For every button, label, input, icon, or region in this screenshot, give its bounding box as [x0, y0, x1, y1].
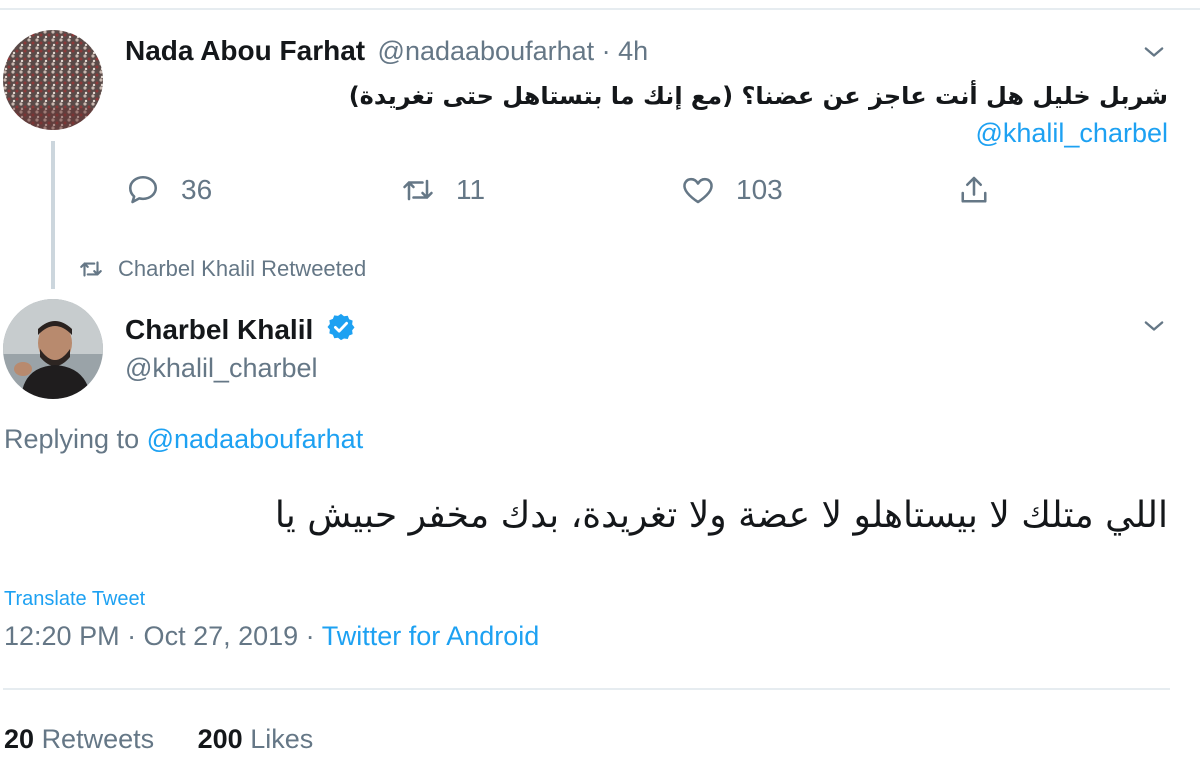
chevron-down-icon: [1144, 47, 1164, 57]
verified-badge-icon: [327, 313, 355, 341]
likes-count: 200: [197, 724, 243, 754]
parent-tweet-text: شربل خليل هل أنت عاجز عن عضنا؟ (مع إنك م…: [348, 82, 1168, 110]
retweets-stat[interactable]: 20 Retweets: [4, 724, 162, 754]
main-author-row: Charbel Khalil: [125, 312, 356, 346]
reply-count: 36: [181, 174, 213, 205]
main-handle[interactable]: @khalil_charbel: [125, 353, 318, 384]
share-icon: [961, 176, 987, 203]
retweet-context-label: Charbel Khalil Retweeted: [118, 256, 367, 281]
share-action[interactable]: [956, 172, 992, 208]
retweets-label: Retweets: [41, 724, 155, 754]
main-caret-button[interactable]: [1140, 312, 1168, 345]
avatar-charbel[interactable]: [3, 299, 103, 399]
like-count: 103: [736, 174, 783, 205]
retweet-icon: [80, 261, 102, 277]
parent-caret-button[interactable]: [1140, 38, 1168, 71]
retweet-action[interactable]: 11: [400, 172, 485, 208]
heart-icon: [683, 177, 713, 204]
replying-to: Replying to @nadaaboufarhat: [4, 424, 363, 455]
tweet-client-link[interactable]: Twitter for Android: [322, 621, 540, 651]
likes-label: Likes: [250, 724, 314, 754]
likes-stat[interactable]: 200 Likes: [198, 724, 314, 754]
retweet-icon: [403, 179, 433, 201]
parent-tweet-header: Nada Abou Farhat @nadaaboufarhat · 4h: [125, 35, 648, 67]
parent-handle-time[interactable]: @nadaaboufarhat · 4h: [378, 36, 649, 66]
avatar-nada[interactable]: [3, 30, 103, 130]
retweet-count: 11: [456, 174, 486, 205]
tweet-stats: 20 Retweets 200 Likes: [4, 724, 313, 755]
top-divider: [0, 8, 1200, 10]
parent-mention-link[interactable]: @khalil_charbel: [700, 118, 1168, 149]
replying-label: Replying to: [4, 424, 140, 454]
retweets-count: 20: [4, 724, 35, 754]
reply-action[interactable]: 36: [125, 172, 212, 208]
chevron-down-icon: [1144, 321, 1164, 331]
like-action[interactable]: 103: [680, 172, 783, 208]
main-tweet-text: اللي متلك لا بيستاهلو لا عضة ولا تغريدة،…: [274, 495, 1168, 536]
tweet-timestamp[interactable]: 12:20 PM · Oct 27, 2019 ·: [4, 621, 315, 651]
stats-divider: [3, 688, 1170, 690]
replying-handle-link[interactable]: @nadaaboufarhat: [147, 424, 364, 454]
main-author-name[interactable]: Charbel Khalil: [125, 314, 313, 345]
retweet-context[interactable]: Charbel Khalil Retweeted: [78, 256, 366, 282]
tweet-meta: 12:20 PM · Oct 27, 2019 · Twitter for An…: [4, 621, 539, 652]
parent-author-name[interactable]: Nada Abou Farhat: [125, 35, 365, 66]
thread-line: [51, 141, 55, 289]
reply-icon: [128, 175, 158, 204]
translate-tweet-link[interactable]: Translate Tweet: [4, 588, 145, 610]
